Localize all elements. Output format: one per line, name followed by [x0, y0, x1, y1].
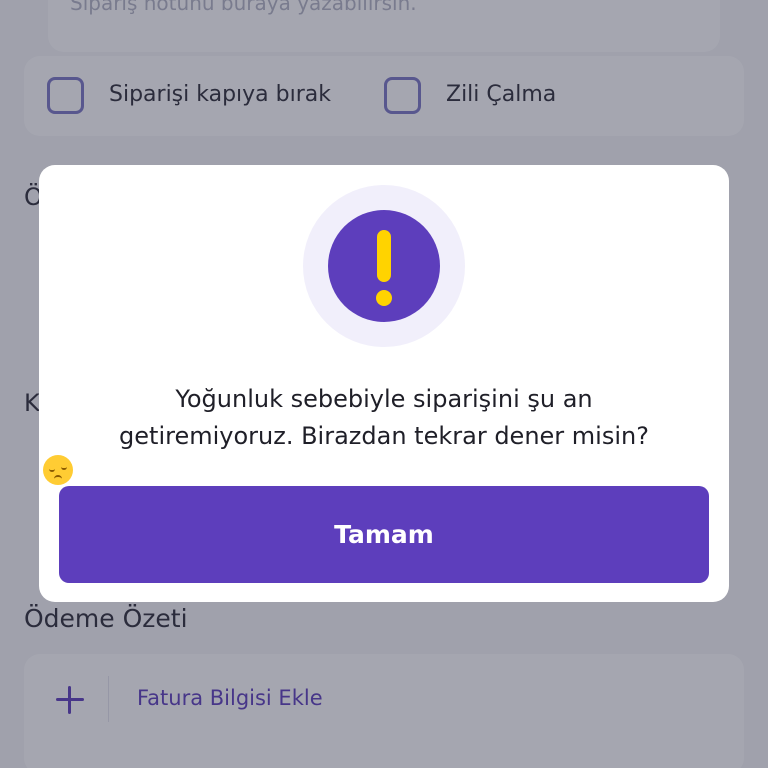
busy-alert-dialog: Yoğunluk sebebiyle siparişini şu an geti… — [39, 165, 729, 602]
exclamation-bar — [377, 230, 391, 282]
ok-button[interactable]: Tamam — [59, 486, 709, 583]
alert-message: Yoğunluk sebebiyle siparişini şu an geti… — [39, 381, 729, 485]
alert-message-line2: getiremiyoruz. Birazdan tekrar dener mis… — [119, 422, 649, 450]
alert-message-line1: Yoğunluk sebebiyle siparişini şu an — [175, 385, 593, 413]
alert-message-line2-wrap: getiremiyoruz. Birazdan tekrar dener mis… — [39, 418, 729, 485]
pensive-face-icon — [43, 455, 73, 485]
exclamation-dot — [376, 290, 392, 306]
exclamation-icon — [328, 210, 440, 322]
